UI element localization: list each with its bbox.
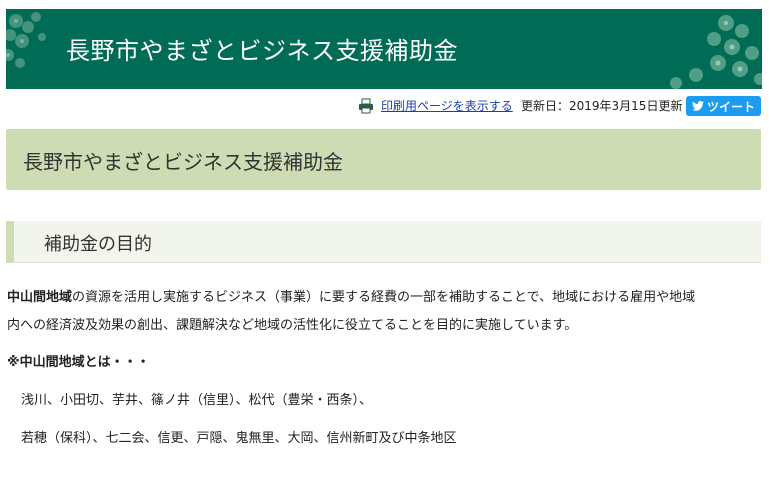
print-page-link[interactable]: 印刷用ページを表示する: [381, 97, 513, 114]
twitter-bird-icon: [691, 101, 704, 111]
paragraph-line-2: 内への経済波及効果の創出、課題解決など地域の活性化に役立てることを目的に実施して…: [7, 318, 578, 333]
note-heading: ※中山間地域とは・・・: [7, 355, 150, 370]
areas-line-2: 若穂（保科）、七二会、信更、戸隠、鬼無里、大岡、信州新町及び中条地区: [21, 431, 457, 446]
utility-bar: 印刷用ページを表示する 更新日：2019年3月15日更新 ツイート: [0, 94, 762, 116]
section-heading: 補助金の目的: [44, 234, 152, 255]
banner-title: 長野市やまざとビジネス支援補助金: [66, 37, 458, 65]
tweet-label: ツイート: [706, 99, 755, 114]
paragraph-line-1-text: の資源を活用し実施するビジネス（事業）に要する経費の一部を補助することで、地域に…: [72, 290, 696, 305]
tweet-button[interactable]: ツイート: [686, 96, 761, 116]
section-heading-box: 補助金の目的: [6, 221, 761, 263]
purpose-paragraph: 中山間地域の資源を活用し実施するビジネス（事業）に要する経費の一部を補助すること…: [7, 284, 759, 340]
areas-line-1: 浅川、小田切、芋井、篠ノ井（信里）、松代（豊栄・西条）、: [21, 393, 373, 408]
hydrangea-right-decoration: [670, 15, 762, 89]
bold-term: 中山間地域: [7, 290, 73, 305]
header-banner: 長野市やまざとビジネス支援補助金: [6, 9, 762, 89]
paragraph-line-1: 中山間地域の資源を活用し実施するビジネス（事業）に要する経費の一部を補助すること…: [7, 284, 759, 312]
hydrangea-left-decoration: [6, 12, 46, 68]
page-title-box: 長野市やまざとビジネス支援補助金: [6, 129, 761, 190]
page-title: 長野市やまざとビジネス支援補助金: [23, 150, 343, 174]
printer-icon[interactable]: [358, 98, 374, 114]
updated-date: 更新日：2019年3月15日更新: [521, 99, 683, 113]
